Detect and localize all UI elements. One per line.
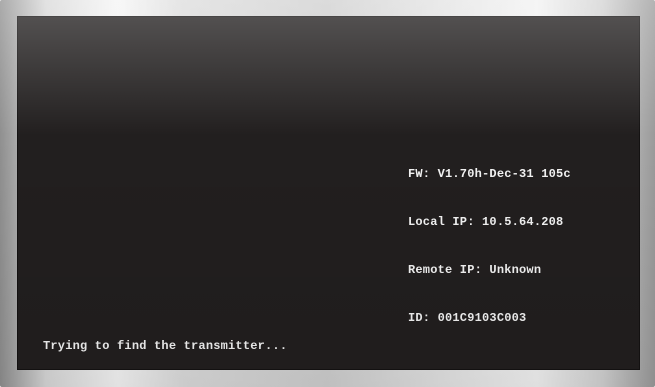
remote-ip: Remote IP: Unknown: [408, 263, 542, 277]
firmware-version: FW: V1.70h-Dec-31 105c: [408, 167, 571, 181]
monitor-bezel: Trying to find the transmitter... FW: V1…: [0, 0, 655, 387]
device-id: ID: 001C9103C003: [408, 311, 527, 325]
display-screen: Trying to find the transmitter... FW: V1…: [17, 16, 640, 370]
device-info-panel: FW: V1.70h-Dec-31 105c Local IP: 10.5.64…: [408, 134, 571, 358]
status-message: Trying to find the transmitter...: [43, 339, 288, 353]
local-ip: Local IP: 10.5.64.208: [408, 215, 564, 229]
